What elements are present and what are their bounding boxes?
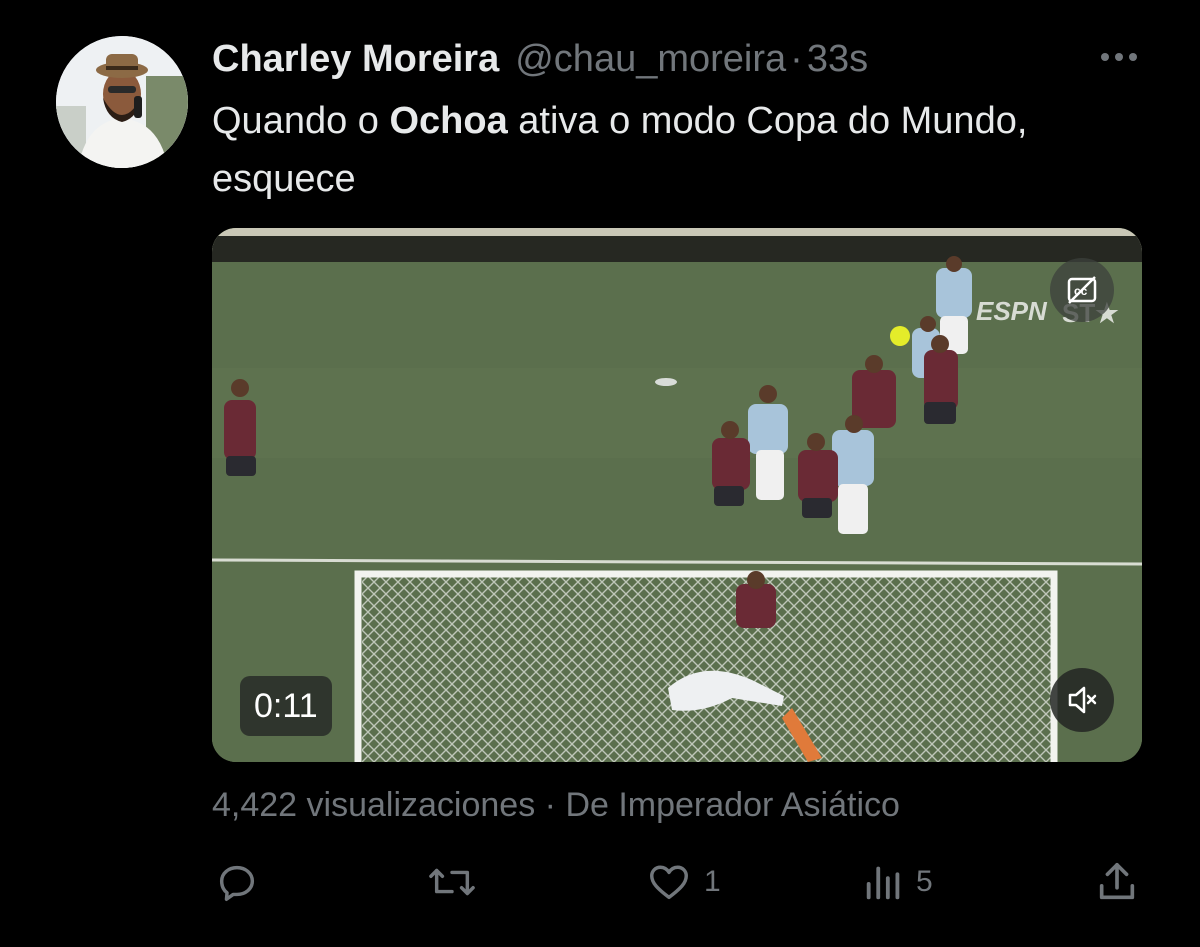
tweet-header: Charley Moreira @chau_moreira · 33s [212,34,868,84]
analytics-icon [866,866,900,900]
video-source[interactable]: De Imperador Asiático [565,786,900,824]
mute-button[interactable] [1050,668,1114,732]
like-button[interactable]: 1 [646,858,721,906]
author-handle[interactable]: @chau_moreira [515,38,786,81]
avatar-image [56,36,188,168]
author-name[interactable]: Charley Moreira [212,38,499,81]
video-frame: ESPN ST★ [212,228,1142,762]
reply-button[interactable] [214,858,272,906]
separator-dot: · [544,786,556,824]
analytics-button[interactable]: 5 [864,858,933,906]
retweet-icon [429,868,475,896]
views-attribution: 4,422 visualizaciones · De Imperador Asi… [212,786,900,825]
speaker-muted-icon [1068,686,1097,714]
analytics-count: 5 [916,865,933,898]
avatar[interactable] [56,36,188,168]
more-options-icon[interactable] [1098,50,1140,64]
tweet: Charley Moreira @chau_moreira · 33s Quan… [0,0,1200,947]
retweet-button[interactable] [426,858,490,906]
separator-dot: · [790,37,803,80]
captions-icon: cc [1067,276,1097,304]
heart-icon [650,865,688,900]
share-icon [1099,862,1135,900]
tweet-text: Quando o Ochoa ativa o modo Copa do Mund… [212,92,1112,208]
video-duration: 0:11 [240,676,332,736]
timestamp[interactable]: 33s [807,38,868,81]
like-count: 1 [704,865,721,898]
view-count: 4,422 visualizaciones [212,786,536,824]
tweet-text-part: Quando o [212,100,390,142]
reply-icon [219,865,255,901]
share-button[interactable] [1094,858,1152,906]
svg-text:ESPN: ESPN [976,296,1048,326]
captions-button[interactable]: cc [1050,258,1114,322]
video-player[interactable]: ESPN ST★ [212,228,1142,762]
tweet-text-bold[interactable]: Ochoa [389,100,507,142]
